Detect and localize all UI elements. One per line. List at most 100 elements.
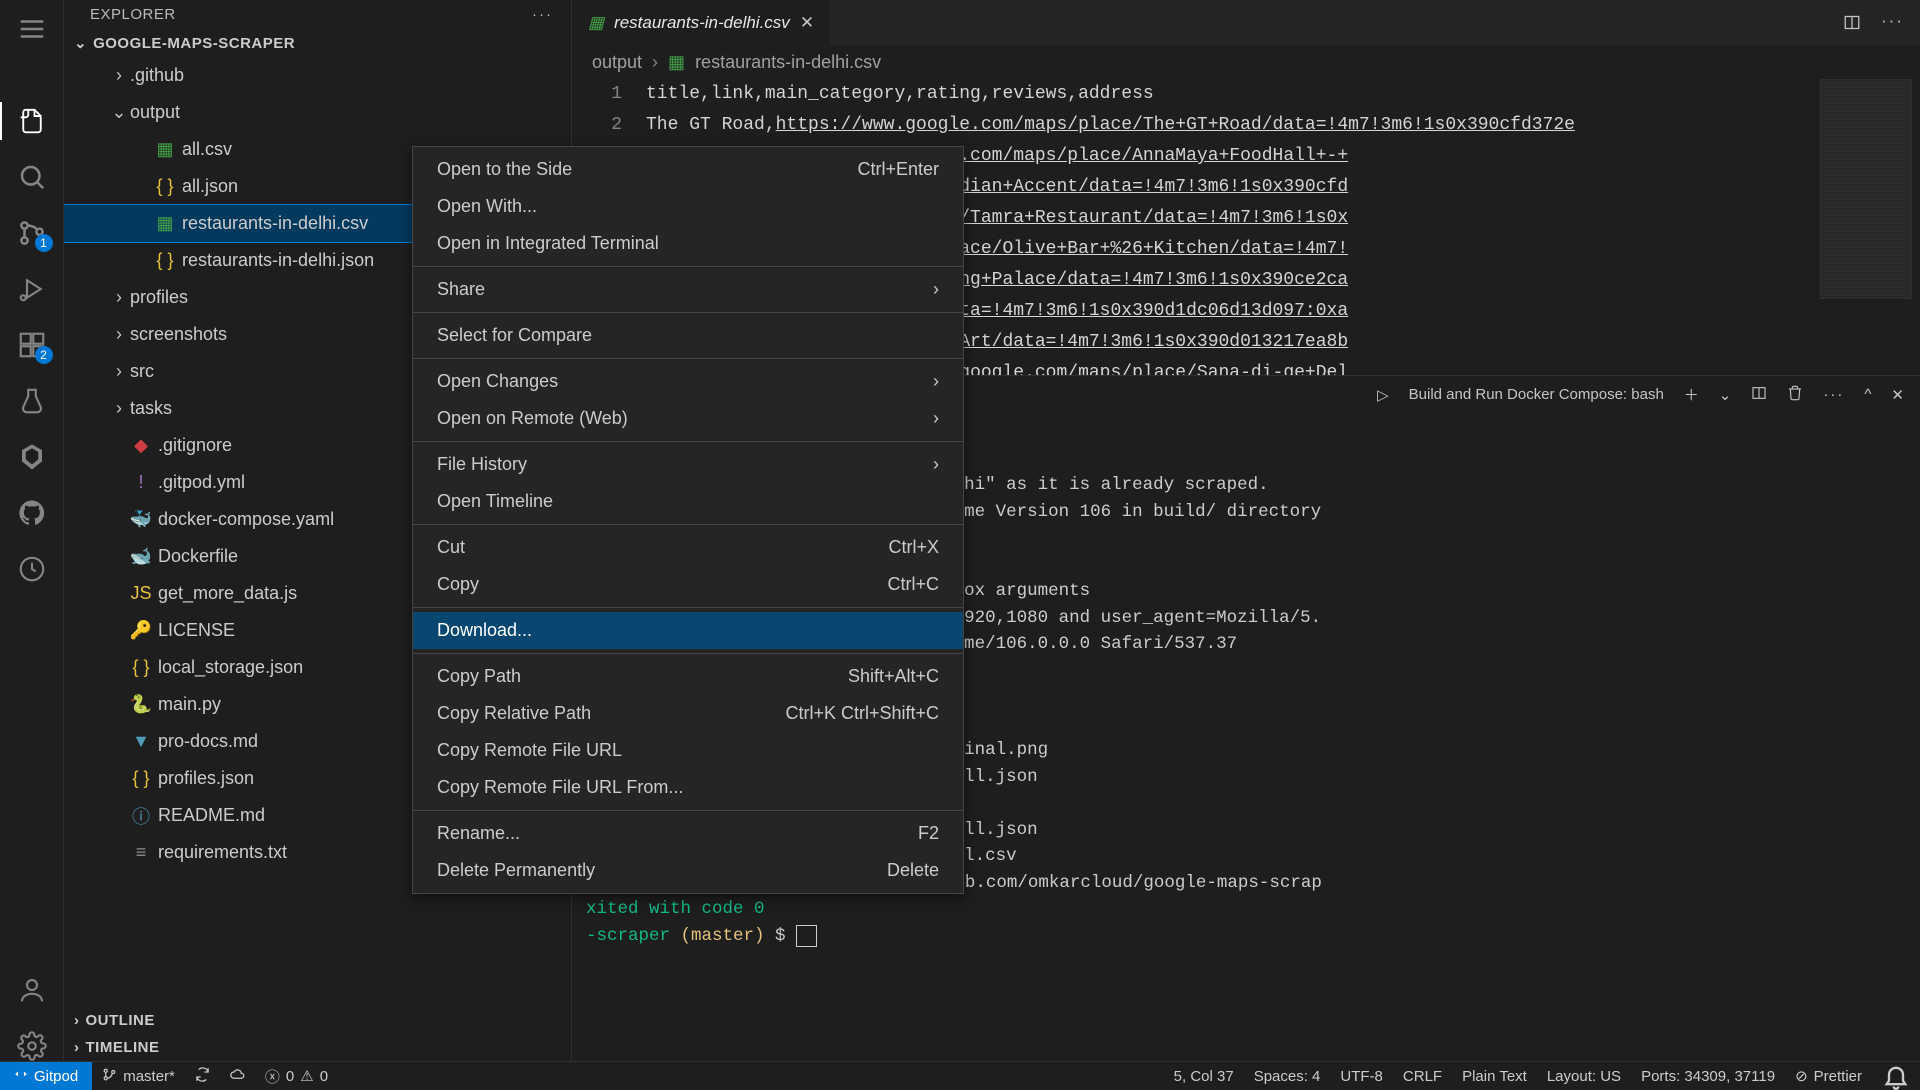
csv-icon: ▦	[668, 52, 685, 73]
ctx-copy-remote-file-url-from[interactable]: Copy Remote File URL From...	[413, 769, 963, 806]
status-ports[interactable]: Ports: 34309, 37119	[1631, 1062, 1785, 1090]
status-cloud[interactable]	[220, 1062, 255, 1090]
status-layout[interactable]: Layout: US	[1537, 1062, 1631, 1090]
split-terminal-icon[interactable]	[1751, 385, 1767, 405]
ctx-open-in-integrated-terminal[interactable]: Open in Integrated Terminal	[413, 225, 963, 262]
accounts-icon[interactable]	[17, 975, 47, 1005]
chevron-up-icon[interactable]: ^	[1864, 386, 1871, 403]
chevron-right-icon: ›	[108, 287, 130, 308]
status-indent[interactable]: Spaces: 4	[1244, 1062, 1331, 1090]
menu-icon[interactable]	[17, 14, 47, 44]
status-prettier[interactable]: ⊘ Prettier	[1785, 1062, 1872, 1090]
ctx-cut[interactable]: CutCtrl+X	[413, 529, 963, 566]
ctx-download[interactable]: Download...	[413, 612, 963, 649]
cloud-icon[interactable]	[17, 554, 47, 584]
new-terminal-icon[interactable]: ＋	[1684, 384, 1699, 405]
json-icon: { }	[154, 176, 176, 197]
status-language[interactable]: Plain Text	[1452, 1062, 1537, 1090]
status-remote[interactable]: Gitpod	[0, 1062, 92, 1090]
breadcrumbs[interactable]: output › ▦ restaurants-in-delhi.csv	[572, 46, 1920, 79]
editor-tab[interactable]: ▦ restaurants-in-delhi.csv ✕	[572, 0, 831, 45]
gitpod-icon[interactable]	[17, 442, 47, 472]
license-icon: 🔑	[130, 620, 152, 641]
status-bar: Gitpod master* ⓧ0 ⚠0 5, Col 37 Spaces: 4…	[0, 1061, 1920, 1090]
ctx-copy-remote-file-url[interactable]: Copy Remote File URL	[413, 732, 963, 769]
activity-bar: 1 2	[0, 0, 64, 1061]
status-branch[interactable]: master*	[92, 1062, 185, 1090]
split-editor-icon[interactable]	[1843, 11, 1861, 34]
ctx-file-history[interactable]: File History›	[413, 446, 963, 483]
dockerfile-icon: 🐋	[130, 546, 152, 567]
context-menu: Open to the SideCtrl+EnterOpen With...Op…	[412, 146, 964, 894]
csv-icon: ▦	[154, 213, 176, 234]
py-icon: 🐍	[130, 694, 152, 715]
folder-item[interactable]: ⌄output	[64, 94, 571, 131]
json-icon: { }	[130, 768, 152, 789]
explorer-icon[interactable]	[17, 106, 47, 136]
github-icon[interactable]	[17, 498, 47, 528]
chevron-right-icon: ›	[108, 361, 130, 382]
ctx-select-for-compare[interactable]: Select for Compare	[413, 317, 963, 354]
ctx-copy-relative-path[interactable]: Copy Relative PathCtrl+K Ctrl+Shift+C	[413, 695, 963, 732]
csv-icon: ▦	[154, 139, 176, 160]
ctx-open-changes[interactable]: Open Changes›	[413, 363, 963, 400]
ctx-open-with[interactable]: Open With...	[413, 188, 963, 225]
status-encoding[interactable]: UTF-8	[1330, 1062, 1393, 1090]
folder-item[interactable]: ›.github	[64, 57, 571, 94]
source-control-icon[interactable]: 1	[17, 218, 47, 248]
trash-icon[interactable]	[1787, 385, 1803, 405]
status-bell-icon[interactable]	[1872, 1062, 1920, 1090]
status-sync[interactable]	[185, 1062, 220, 1090]
json-icon: { }	[154, 250, 176, 271]
chevron-down-icon: ⌄	[108, 102, 130, 123]
branch-icon	[102, 1067, 117, 1086]
cloud-icon	[230, 1067, 245, 1086]
ctx-open-timeline[interactable]: Open Timeline	[413, 483, 963, 520]
outline-header[interactable]: › OUTLINE	[64, 1007, 571, 1034]
docker-icon: 🐳	[130, 509, 152, 530]
ctx-copy[interactable]: CopyCtrl+C	[413, 566, 963, 603]
status-problems[interactable]: ⓧ0 ⚠0	[255, 1062, 338, 1090]
play-icon[interactable]: ▷	[1377, 386, 1389, 404]
close-panel-icon[interactable]: ✕	[1891, 386, 1904, 404]
chevron-right-icon: ›	[108, 324, 130, 345]
testing-icon[interactable]	[17, 386, 47, 416]
line-gutter: 1 2	[572, 79, 638, 141]
chevron-down-icon: ⌄	[74, 34, 87, 52]
minimap[interactable]	[1820, 79, 1912, 299]
extensions-badge: 2	[35, 346, 53, 364]
ctx-copy-path[interactable]: Copy PathShift+Alt+C	[413, 658, 963, 695]
extensions-icon[interactable]: 2	[17, 330, 47, 360]
chevron-right-icon: ›	[652, 52, 658, 73]
ctx-rename[interactable]: Rename...F2	[413, 815, 963, 852]
timeline-header[interactable]: › TIMELINE	[64, 1034, 571, 1061]
ctx-open-to-the-side[interactable]: Open to the SideCtrl+Enter	[413, 151, 963, 188]
tab-bar: ▦ restaurants-in-delhi.csv ✕ ···	[572, 0, 1920, 46]
yml-alert-icon: !	[130, 472, 152, 493]
info-icon: ⓘ	[130, 803, 152, 829]
status-eol[interactable]: CRLF	[1393, 1062, 1452, 1090]
sidebar-title: EXPLORER	[90, 6, 176, 23]
ctx-open-on-remote-web[interactable]: Open on Remote (Web)›	[413, 400, 963, 437]
terminal-task-label[interactable]: Build and Run Docker Compose: bash	[1409, 386, 1664, 403]
status-cursor[interactable]: 5, Col 37	[1164, 1062, 1244, 1090]
ctx-share[interactable]: Share›	[413, 271, 963, 308]
remote-icon	[14, 1067, 28, 1085]
git-icon: ◆	[130, 435, 152, 456]
more-icon[interactable]: ···	[532, 6, 553, 23]
ctx-delete-permanently[interactable]: Delete PermanentlyDelete	[413, 852, 963, 889]
txt-icon: ≡	[130, 842, 152, 863]
more-actions-icon[interactable]: ···	[1881, 11, 1904, 34]
chevron-right-icon: ›	[74, 1012, 80, 1029]
js-icon: JS	[130, 583, 152, 604]
more-icon[interactable]: ···	[1823, 386, 1844, 403]
settings-gear-icon[interactable]	[17, 1031, 47, 1061]
json-icon: { }	[130, 657, 152, 678]
project-header[interactable]: ⌄ GOOGLE-MAPS-SCRAPER	[64, 29, 571, 57]
search-icon[interactable]	[17, 162, 47, 192]
chevron-right-icon: ›	[108, 65, 130, 86]
run-debug-icon[interactable]	[17, 274, 47, 304]
chevron-right-icon: ›	[74, 1039, 80, 1056]
chevron-down-icon[interactable]: ⌄	[1719, 386, 1732, 404]
close-icon[interactable]: ✕	[800, 13, 814, 33]
